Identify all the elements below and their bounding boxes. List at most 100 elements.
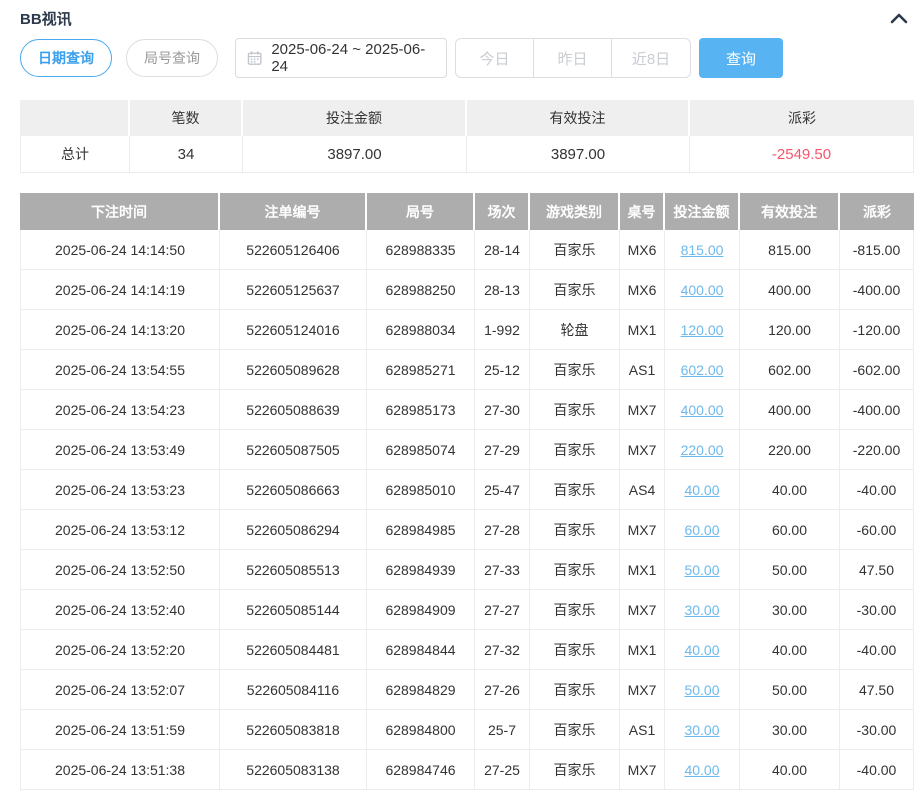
bet-time-cell: 2025-06-24 13:54:23: [20, 390, 220, 430]
bet-amount-link[interactable]: 40.00: [684, 642, 719, 658]
payout-cell: -400.00: [840, 270, 914, 310]
round-id-cell: 628984985: [367, 510, 475, 550]
bet-time-cell: 2025-06-24 13:52:20: [20, 630, 220, 670]
table-id-cell: MX7: [620, 390, 665, 430]
table-row: 2025-06-24 13:54:23522605088639628985173…: [20, 390, 914, 430]
bet-amount-cell: 602.00: [665, 350, 740, 390]
quick-last8days-button[interactable]: 近8日: [612, 39, 690, 77]
col-header-bet-time: 下注时间: [20, 193, 220, 230]
bet-amount-cell: 815.00: [665, 230, 740, 270]
bet-time-cell: 2025-06-24 13:52:07: [20, 670, 220, 710]
table-row: 2025-06-24 14:13:20522605124016628988034…: [20, 310, 914, 350]
bet-amount-link[interactable]: 30.00: [684, 722, 719, 738]
game-type-cell: 百家乐: [530, 390, 620, 430]
bet-time-cell: 2025-06-24 13:52:40: [20, 590, 220, 630]
tab-round-query[interactable]: 局号查询: [126, 39, 218, 77]
bet-amount-link[interactable]: 40.00: [684, 482, 719, 498]
table-id-cell: MX7: [620, 670, 665, 710]
date-range-input[interactable]: 2025-06-24 ~ 2025-06-24: [235, 38, 447, 78]
quick-yesterday-button[interactable]: 昨日: [534, 39, 612, 77]
round-id-cell: 628985271: [367, 350, 475, 390]
records-header-row: 下注时间 注单编号 局号 场次 游戏类别 桌号 投注金额 有效投注 派彩: [20, 193, 914, 230]
bet-id-cell: 522605083818: [220, 710, 367, 750]
payout-cell: -30.00: [840, 590, 914, 630]
bet-id-cell: 522605086663: [220, 470, 367, 510]
session-cell: 28-14: [475, 230, 530, 270]
table-row: 2025-06-24 13:52:50522605085513628984939…: [20, 550, 914, 590]
bet-amount-cell: 400.00: [665, 390, 740, 430]
valid-bet-cell: 400.00: [740, 390, 840, 430]
summary-col-empty: [20, 100, 130, 136]
bet-id-cell: 522605126406: [220, 230, 367, 270]
bet-amount-cell: 50.00: [665, 550, 740, 590]
search-button[interactable]: 查询: [699, 38, 783, 78]
table-row: 2025-06-24 13:54:55522605089628628985271…: [20, 350, 914, 390]
bet-time-cell: 2025-06-24 14:14:50: [20, 230, 220, 270]
round-id-cell: 628985010: [367, 470, 475, 510]
bet-amount-cell: 50.00: [665, 670, 740, 710]
session-cell: 27-29: [475, 430, 530, 470]
collapse-chevron-icon[interactable]: [884, 12, 914, 24]
table-row: 2025-06-24 13:52:07522605084116628984829…: [20, 670, 914, 710]
bet-amount-cell: 400.00: [665, 270, 740, 310]
round-id-cell: 628984746: [367, 750, 475, 790]
bet-time-cell: 2025-06-24 13:53:12: [20, 510, 220, 550]
date-range-value: 2025-06-24 ~ 2025-06-24: [271, 41, 435, 75]
session-cell: 27-28: [475, 510, 530, 550]
session-cell: 25-12: [475, 350, 530, 390]
bet-amount-link[interactable]: 30.00: [684, 602, 719, 618]
table-id-cell: MX6: [620, 230, 665, 270]
summary-total-label: 总计: [20, 136, 130, 173]
tab-date-query[interactable]: 日期查询: [20, 39, 112, 77]
bet-amount-link[interactable]: 40.00: [684, 762, 719, 778]
round-id-cell: 628984829: [367, 670, 475, 710]
table-id-cell: MX7: [620, 750, 665, 790]
round-id-cell: 628984800: [367, 710, 475, 750]
bet-amount-link[interactable]: 60.00: [684, 522, 719, 538]
game-type-cell: 百家乐: [530, 510, 620, 550]
summary-total-valid-bet: 3897.00: [467, 136, 690, 173]
bet-amount-cell: 120.00: [665, 310, 740, 350]
valid-bet-cell: 220.00: [740, 430, 840, 470]
bet-amount-link[interactable]: 815.00: [681, 242, 724, 258]
bet-amount-link[interactable]: 400.00: [681, 282, 724, 298]
bet-amount-cell: 40.00: [665, 470, 740, 510]
bet-amount-link[interactable]: 50.00: [684, 562, 719, 578]
bet-amount-link[interactable]: 602.00: [681, 362, 724, 378]
table-id-cell: MX1: [620, 630, 665, 670]
table-row: 2025-06-24 13:53:12522605086294628984985…: [20, 510, 914, 550]
round-id-cell: 628988034: [367, 310, 475, 350]
round-id-cell: 628984939: [367, 550, 475, 590]
table-id-cell: AS1: [620, 710, 665, 750]
bet-amount-link[interactable]: 400.00: [681, 402, 724, 418]
table-row: 2025-06-24 13:53:49522605087505628985074…: [20, 430, 914, 470]
table-row: 2025-06-24 14:14:19522605125637628988250…: [20, 270, 914, 310]
game-type-cell: 百家乐: [530, 430, 620, 470]
valid-bet-cell: 40.00: [740, 470, 840, 510]
records-table: 下注时间 注单编号 局号 场次 游戏类别 桌号 投注金额 有效投注 派彩 202…: [20, 193, 914, 790]
bet-amount-link[interactable]: 220.00: [681, 442, 724, 458]
session-cell: 27-30: [475, 390, 530, 430]
session-cell: 28-13: [475, 270, 530, 310]
game-type-cell: 百家乐: [530, 710, 620, 750]
bet-time-cell: 2025-06-24 14:13:20: [20, 310, 220, 350]
summary-total-payout: -2549.50: [690, 136, 914, 173]
records-tbody: 2025-06-24 14:14:50522605126406628988335…: [20, 230, 914, 790]
bb-video-panel: BB视讯 日期查询 局号查询 2025-06-24 ~ 2025-06-24: [0, 0, 924, 790]
table-row: 2025-06-24 13:51:38522605083138628984746…: [20, 750, 914, 790]
valid-bet-cell: 602.00: [740, 350, 840, 390]
game-type-cell: 百家乐: [530, 590, 620, 630]
bet-amount-link[interactable]: 50.00: [684, 682, 719, 698]
quick-today-button[interactable]: 今日: [456, 39, 534, 77]
calendar-icon: [247, 50, 262, 66]
col-header-valid-bet: 有效投注: [740, 193, 840, 230]
game-type-cell: 百家乐: [530, 270, 620, 310]
table-id-cell: MX1: [620, 310, 665, 350]
bet-amount-link[interactable]: 120.00: [681, 322, 724, 338]
session-cell: 27-25: [475, 750, 530, 790]
bet-amount-cell: 40.00: [665, 630, 740, 670]
payout-cell: -220.00: [840, 430, 914, 470]
quick-range-group: 今日 昨日 近8日: [455, 38, 691, 78]
payout-cell: -40.00: [840, 470, 914, 510]
session-cell: 27-27: [475, 590, 530, 630]
